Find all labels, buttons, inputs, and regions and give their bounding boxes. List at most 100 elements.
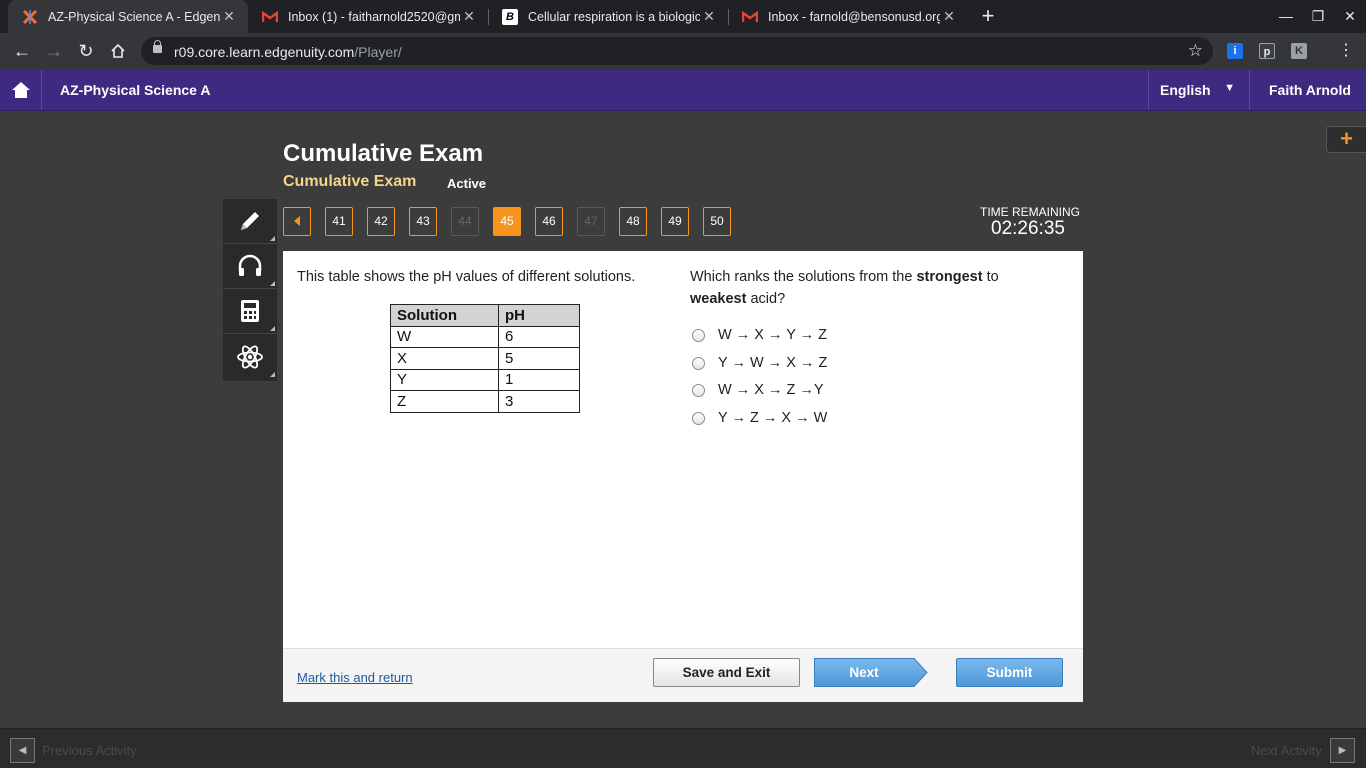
edgenuity-icon xyxy=(22,9,38,25)
question-panel: This table shows the pH values of differ… xyxy=(283,251,1083,702)
home-icon[interactable] xyxy=(106,39,130,63)
tab-title: Cellular respiration is a biological xyxy=(528,9,700,24)
previous-activity-label: Previous Activity xyxy=(42,743,137,758)
question-nav-41[interactable]: 41 xyxy=(325,207,353,236)
activity-bar: ◀ Previous Activity Next Activity ▶ xyxy=(0,728,1366,768)
user-name[interactable]: Faith Arnold xyxy=(1249,70,1366,110)
pencil-icon xyxy=(241,212,259,230)
star-icon[interactable]: ☆ xyxy=(1188,41,1203,61)
question-prompt: This table shows the pH values of differ… xyxy=(297,269,636,285)
submit-button[interactable]: Submit xyxy=(956,658,1063,687)
page-title: Cumulative Exam xyxy=(283,140,484,167)
browser-tab-gmail[interactable]: Inbox (1) - faitharnold2520@gmail.com ✕ xyxy=(248,0,488,33)
mark-and-return-link[interactable]: Mark this and return xyxy=(297,670,413,685)
question-nav-43[interactable]: 43 xyxy=(409,207,437,236)
course-title: AZ-Physical Science A xyxy=(60,82,211,98)
calculator-tool-button[interactable] xyxy=(223,289,277,334)
browser-tab-brainly[interactable]: B Cellular respiration is a biological ✕ xyxy=(488,0,728,33)
previous-activity-button[interactable]: ◀ xyxy=(10,738,35,763)
table-cell: Y xyxy=(390,368,499,391)
radio-button[interactable] xyxy=(692,411,705,425)
restore-icon[interactable]: ❐ xyxy=(1302,0,1334,33)
close-icon[interactable]: ✕ xyxy=(940,8,958,25)
time-remaining-label: TIME REMAINING xyxy=(980,205,1081,219)
answer-option[interactable]: W → X → Z →Y xyxy=(692,382,824,398)
info-extension-icon[interactable]: i xyxy=(1227,43,1243,59)
table-cell: Z xyxy=(390,390,499,413)
question-footer: Mark this and return Save and Exit Next … xyxy=(283,648,1083,702)
calculator-icon xyxy=(241,300,259,322)
back-icon[interactable]: ← xyxy=(10,39,34,63)
answer-label: W → X → Z →Y xyxy=(718,382,824,398)
status-badge: Active xyxy=(447,176,487,191)
plus-icon[interactable]: + xyxy=(1326,126,1366,153)
table-cell: 1 xyxy=(498,368,580,391)
lock-icon xyxy=(153,40,162,53)
question-nav-46[interactable]: 46 xyxy=(535,207,563,236)
science-tool-button[interactable] xyxy=(223,334,277,379)
headphones-tool-button[interactable] xyxy=(223,244,277,289)
browser-tab-edgenuity[interactable]: AZ-Physical Science A - Edgenuity ✕ xyxy=(8,0,248,33)
language-select[interactable]: English ▼ xyxy=(1148,70,1249,110)
p-extension-icon[interactable]: p xyxy=(1259,43,1275,59)
menu-kebab-icon[interactable]: ⋮ xyxy=(1334,39,1358,63)
question-nav-49[interactable]: 49 xyxy=(661,207,689,236)
table-cell: 3 xyxy=(498,390,580,413)
question-nav-47: 47 xyxy=(577,207,605,236)
browser-tab-gmail-2[interactable]: Inbox - farnold@bensonusd.org ✕ xyxy=(728,0,968,33)
answer-option[interactable]: Y → W → X → Z xyxy=(692,355,827,371)
home-icon xyxy=(11,82,30,98)
close-icon[interactable]: ✕ xyxy=(700,8,718,25)
tab-title: AZ-Physical Science A - Edgenuity xyxy=(48,9,220,24)
question-nav-45[interactable]: 45 xyxy=(493,207,521,236)
chevron-down-icon: ▼ xyxy=(1224,82,1235,94)
k-extension-icon[interactable]: K xyxy=(1291,43,1307,59)
caret-left-icon xyxy=(294,216,300,226)
language-label: English xyxy=(1160,82,1211,98)
next-activity-label: Next Activity xyxy=(1251,743,1322,758)
question-nav-42[interactable]: 42 xyxy=(367,207,395,236)
forward-icon[interactable]: → xyxy=(42,39,66,63)
atom-icon xyxy=(237,344,263,369)
app-header: AZ-Physical Science A English ▼ Faith Ar… xyxy=(0,70,1366,111)
answer-label: Y → Z → X → W xyxy=(718,410,828,426)
answer-label: W → X → Y → Z xyxy=(718,327,828,343)
address-bar[interactable]: r09.core.learn.edgenuity.com/Player/ ☆ xyxy=(141,37,1213,65)
brainly-icon: B xyxy=(502,8,518,25)
table-cell: X xyxy=(390,347,499,370)
answer-option[interactable]: W → X → Y → Z xyxy=(692,327,827,343)
close-icon[interactable]: ✕ xyxy=(460,8,478,25)
gmail-icon xyxy=(262,9,278,25)
previous-question-button[interactable] xyxy=(283,207,311,236)
table-header: Solution xyxy=(390,304,499,327)
radio-button[interactable] xyxy=(692,356,705,370)
tab-title: Inbox - farnold@bensonusd.org xyxy=(768,9,940,24)
browser-toolbar: ← → ↻ r09.core.learn.edgenuity.com/Playe… xyxy=(0,33,1366,70)
radio-button[interactable] xyxy=(692,328,705,342)
close-window-icon[interactable]: ✕ xyxy=(1334,0,1366,33)
minimize-icon[interactable]: — xyxy=(1270,0,1302,33)
question-nav-44: 44 xyxy=(451,207,479,236)
question-nav-50[interactable]: 50 xyxy=(703,207,731,236)
url-text: r09.core.learn.edgenuity.com/Player/ xyxy=(174,44,402,60)
answer-option[interactable]: Y → Z → X → W xyxy=(692,410,827,426)
pencil-tool-button[interactable] xyxy=(223,199,277,244)
close-icon[interactable]: ✕ xyxy=(220,8,238,25)
table-cell: W xyxy=(390,325,499,348)
question-text: Which ranks the solutions from the stron… xyxy=(690,269,999,307)
browser-tab-strip: AZ-Physical Science A - Edgenuity ✕ Inbo… xyxy=(0,0,1366,33)
tool-sidebar xyxy=(223,199,277,381)
next-activity-button[interactable]: ▶ xyxy=(1330,738,1355,763)
radio-button[interactable] xyxy=(692,383,705,397)
new-tab-button[interactable]: + xyxy=(976,4,1000,28)
table-row: Z 3 xyxy=(390,390,580,413)
course-home-button[interactable] xyxy=(0,70,42,110)
headphones-icon xyxy=(238,254,262,276)
question-nav-48[interactable]: 48 xyxy=(619,207,647,236)
next-button[interactable]: Next xyxy=(814,658,928,687)
gmail-icon xyxy=(742,9,758,25)
table-header-row: Solution pH xyxy=(390,304,580,327)
save-and-exit-button[interactable]: Save and Exit xyxy=(653,658,800,687)
reload-icon[interactable]: ↻ xyxy=(74,39,98,63)
time-remaining-value: 02:26:35 xyxy=(991,218,1065,239)
